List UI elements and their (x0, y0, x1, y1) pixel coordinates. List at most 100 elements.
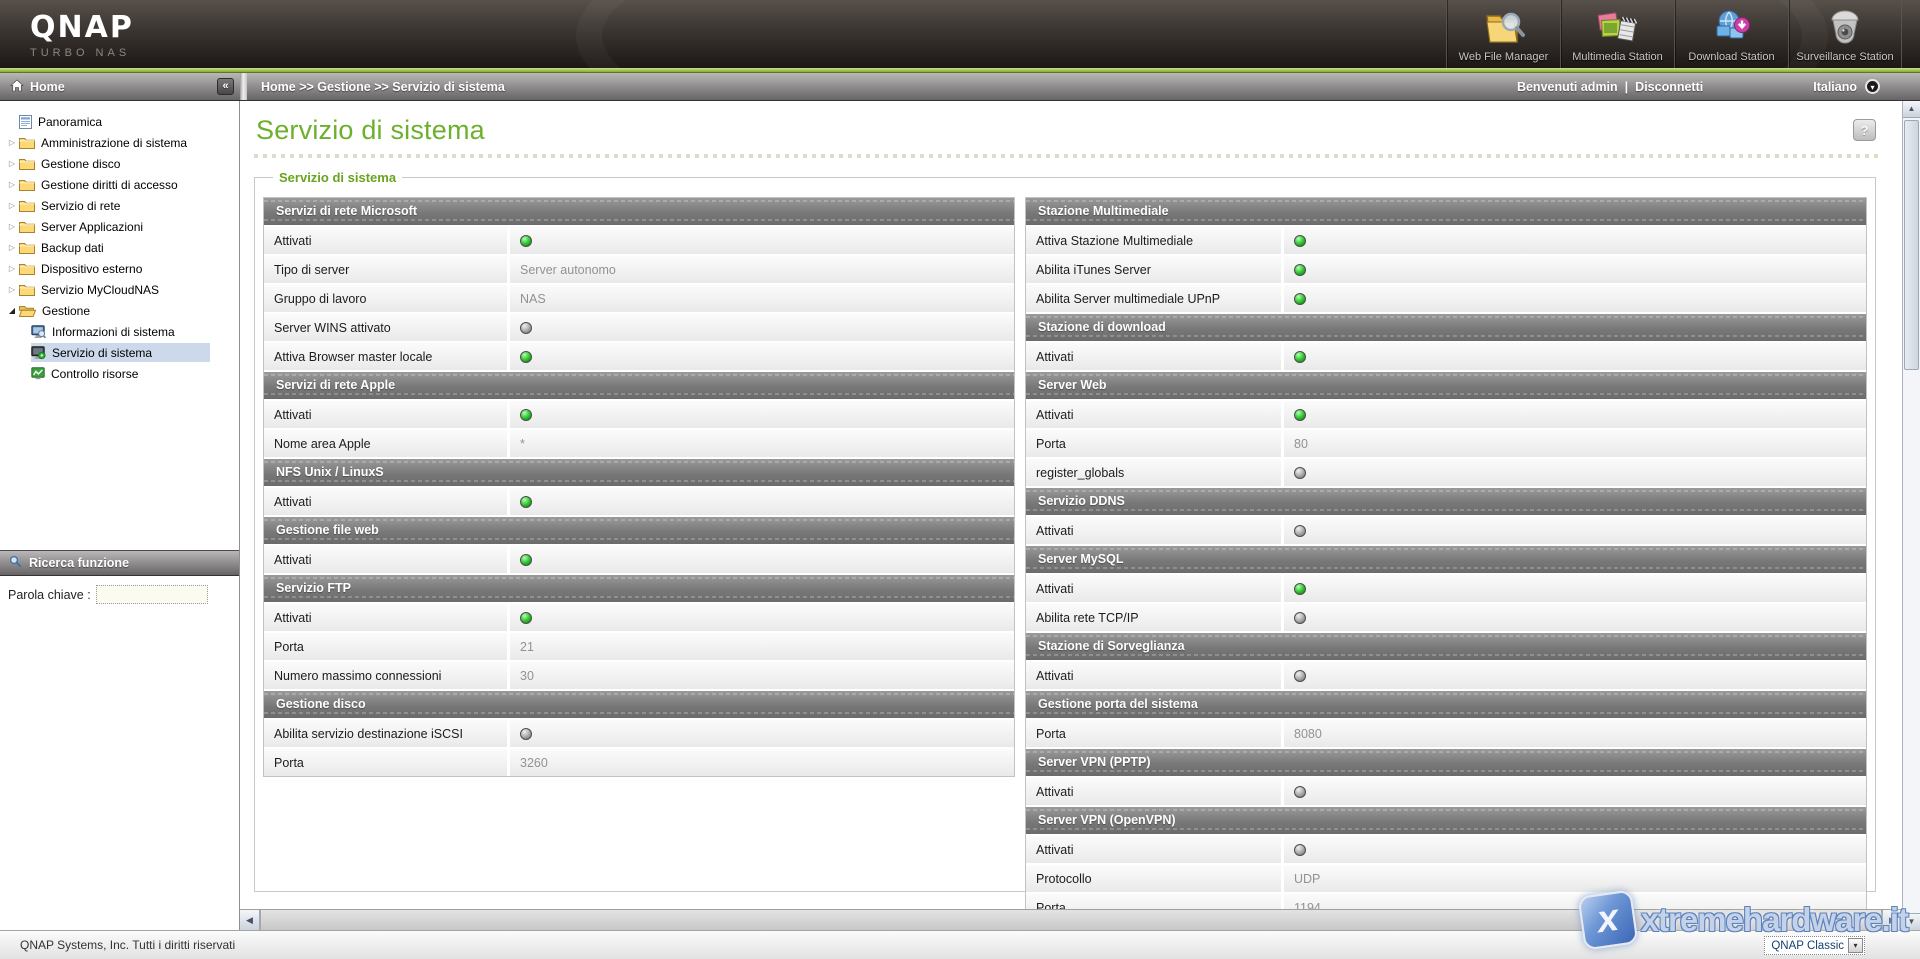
table-row: Attivati (264, 227, 1014, 254)
setting-value (1284, 604, 1866, 631)
setting-value (1284, 227, 1866, 254)
system-info-icon (31, 325, 46, 339)
table-section-header: Gestione file web (264, 517, 1014, 544)
table-section-header: Gestione disco (264, 691, 1014, 718)
sidebar-item-servizio-di-sistema[interactable]: Servizio di sistema (0, 342, 239, 363)
status-led-on-icon (1294, 409, 1306, 421)
setting-label: Porta (1026, 430, 1281, 457)
table-section-header: Servizi di rete Microsoft (264, 198, 1014, 225)
table-row: Attivati (264, 488, 1014, 515)
sidebar-item-label: Server Applicazioni (41, 220, 143, 234)
sidebar-item-label: Servizio MyCloudNAS (41, 283, 159, 297)
scroll-up-arrow-icon[interactable]: ▲ (1903, 101, 1920, 118)
language-label: Italiano (1813, 80, 1857, 94)
theme-selector-dropdown[interactable]: QNAP Classic ▾ (1764, 936, 1865, 955)
setting-label: Attiva Browser master locale (264, 343, 507, 370)
sidebar-item-label: Amministrazione di sistema (41, 136, 187, 150)
help-button[interactable]: ? (1853, 119, 1876, 141)
station-multimedia-station[interactable]: Multimedia Station (1560, 0, 1674, 68)
navigation-sidebar: Panoramica▷Amministrazione di sistema▷Ge… (0, 101, 240, 930)
resource-monitor-icon (31, 367, 45, 380)
theme-dropdown-arrow-icon[interactable]: ▾ (1848, 938, 1863, 953)
vertical-scrollbar[interactable]: ▲ ▼ (1902, 101, 1920, 930)
sidebar-item-label: Gestione disco (41, 157, 120, 171)
expand-arrow-icon[interactable]: ▷ (5, 243, 19, 252)
language-selector[interactable]: Italiano ▾ (1813, 79, 1880, 94)
sidebar-item-label: Informazioni di sistema (52, 325, 175, 339)
language-dropdown-icon[interactable]: ▾ (1865, 79, 1880, 94)
table-row: Abilita iTunes Server (1026, 256, 1866, 283)
station-label: Web File Manager (1459, 51, 1549, 63)
breadcrumb[interactable]: Home >> Gestione >> Servizio di sistema (261, 80, 1517, 94)
expand-arrow-icon[interactable]: ▷ (5, 201, 19, 210)
setting-value: 21 (510, 633, 1014, 660)
setting-label: Porta (264, 749, 507, 776)
copyright-text: QNAP Systems, Inc. Tutti i diritti riser… (20, 938, 235, 952)
scroll-down-arrow-icon[interactable]: ▼ (1903, 913, 1920, 930)
sidebar-item-gestione-diritti-di-accesso[interactable]: ▷Gestione diritti di accesso (0, 174, 239, 195)
table-row: Porta3260 (264, 749, 1014, 776)
collapse-arrow-icon[interactable]: ◢ (5, 306, 19, 315)
setting-value (1284, 778, 1866, 805)
status-led-on-icon (1294, 235, 1306, 247)
sidebar-item-servizio-mycloudnas[interactable]: ▷ Servizio MyCloudNAS (0, 279, 239, 300)
logout-link[interactable]: Disconnetti (1635, 80, 1703, 94)
table-row: ProtocolloUDP (1026, 865, 1866, 892)
sidebar-item-controllo-risorse[interactable]: Controllo risorse (0, 363, 239, 384)
expand-arrow-icon[interactable]: ▷ (5, 285, 19, 294)
sidebar-item-gestione[interactable]: ◢Gestione (0, 300, 239, 321)
table-section-header: Server MySQL (1026, 546, 1866, 573)
expand-arrow-icon[interactable]: ▷ (5, 222, 19, 231)
table-section-header: Servizio DDNS (1026, 488, 1866, 515)
horizontal-scroll-thumb[interactable] (260, 910, 1882, 930)
setting-label: Attiva Stazione Multimediale (1026, 227, 1281, 254)
qnap-admin-window: QNAP TURBO NAS Web File ManagerMultimedi… (0, 0, 1920, 959)
sidebar-item-amministrazione-di-sistema[interactable]: ▷ Amministrazione di sistema (0, 132, 239, 153)
keyword-search-input[interactable] (96, 585, 208, 604)
vertical-scroll-thumb[interactable] (1904, 120, 1919, 370)
sidebar-item-informazioni-di-sistema[interactable]: Informazioni di sistema (0, 321, 239, 342)
setting-value (510, 401, 1014, 428)
expand-arrow-icon[interactable]: ▷ (5, 180, 19, 189)
turbo-nas-subtitle: TURBO NAS (30, 47, 134, 59)
setting-value: 80 (1284, 430, 1866, 457)
folder-icon (19, 157, 35, 170)
station-download-station[interactable]: Download Station (1674, 0, 1788, 68)
sidebar-item-label: Panoramica (38, 115, 102, 129)
sidebar-item-backup-dati[interactable]: ▷Backup dati (0, 237, 239, 258)
scroll-right-arrow-icon[interactable]: ▶ (1882, 910, 1902, 930)
sidebar-item-dispositivo-esterno[interactable]: ▷Dispositivo esterno (0, 258, 239, 279)
setting-value (510, 343, 1014, 370)
horizontal-scrollbar[interactable]: ◀ ▶ (240, 909, 1902, 930)
setting-value (510, 314, 1014, 341)
setting-label: Attivati (264, 546, 507, 573)
function-search-header: Ricerca funzione (0, 550, 239, 576)
setting-label: Abilita iTunes Server (1026, 256, 1281, 283)
dotted-separator (254, 154, 1882, 158)
station-surveillance-station[interactable]: Surveillance Station (1788, 0, 1902, 68)
sidebar-item-gestione-disco[interactable]: ▷ Gestione disco (0, 153, 239, 174)
setting-value (510, 227, 1014, 254)
setting-label: register_globals (1026, 459, 1281, 486)
sidebar-collapse-button[interactable]: « (217, 78, 234, 95)
sidebar-item-servizio-di-rete[interactable]: ▷Servizio di rete (0, 195, 239, 216)
table-section-header: Stazione di Sorveglianza (1026, 633, 1866, 660)
station-launcher-bar: Web File Manager Multimedia StationDownlo… (1446, 0, 1902, 68)
navigation-tree: Panoramica▷Amministrazione di sistema▷Ge… (0, 101, 239, 384)
scroll-left-arrow-icon[interactable]: ◀ (240, 910, 260, 930)
table-row: Attivati (1026, 662, 1866, 689)
sidebar-item-panoramica[interactable]: Panoramica (0, 111, 239, 132)
sidebar-item-server-applicazioni[interactable]: ▷ Server Applicazioni (0, 216, 239, 237)
welcome-user-text: Benvenuti admin (1517, 80, 1618, 94)
service-table-right: Stazione MultimedialeAttiva Stazione Mul… (1025, 197, 1867, 922)
setting-label: Gruppo di lavoro (264, 285, 507, 312)
expand-arrow-icon[interactable]: ▷ (5, 264, 19, 273)
station-web-file-manager[interactable]: Web File Manager (1446, 0, 1560, 68)
expand-arrow-icon[interactable]: ▷ (5, 138, 19, 147)
sidebar-header-title: Home (30, 80, 217, 94)
expand-arrow-icon[interactable]: ▷ (5, 159, 19, 168)
folder-icon (19, 241, 35, 254)
setting-label: Porta (264, 633, 507, 660)
table-section-header: Servizio FTP (264, 575, 1014, 602)
sidebar-item-label: Controllo risorse (51, 367, 138, 381)
